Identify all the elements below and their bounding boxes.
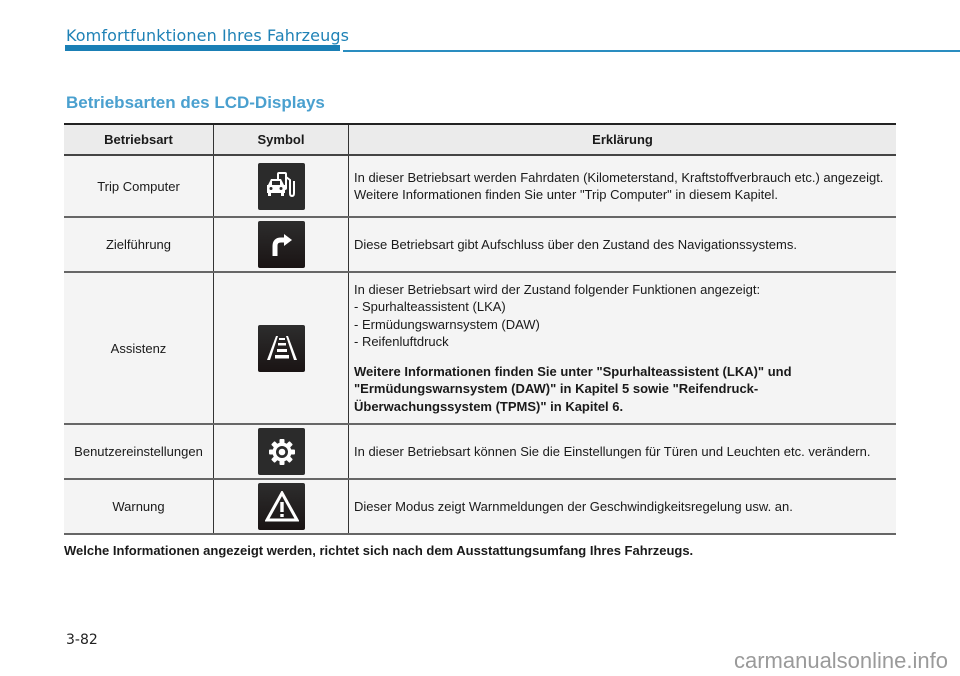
column-header-explanation: Erklärung	[348, 123, 896, 156]
description-line: In dieser Betriebsart wird der Zustand f…	[354, 281, 761, 297]
table-row: Warnung Dieser Modus zeigt Warnmeldungen…	[64, 479, 896, 535]
chapter-title: Komfortfunktionen Ihres Fahrzeugs	[66, 26, 350, 45]
table-row: Trip Computer In dieser Betriebsart werd…	[64, 155, 896, 218]
section-title: Betriebsarten des LCD-Displays	[66, 93, 325, 112]
mode-description: In dieser Betriebsart wird der Zustand f…	[348, 272, 896, 425]
symbol-cell	[213, 424, 349, 480]
page-number: 3-82	[66, 632, 98, 648]
mode-name: Warnung	[64, 479, 214, 535]
description-line: Weitere Informationen finden Sie unter "…	[354, 187, 778, 202]
column-header-mode: Betriebsart	[64, 123, 214, 156]
header-accent-bar	[65, 45, 340, 51]
description-line: Dieser Modus zeigt Warnmeldungen der Ges…	[354, 498, 793, 514]
symbol-cell	[213, 272, 349, 425]
modes-table: Betriebsart Symbol Erklärung Trip Comput…	[64, 123, 896, 535]
lane-assist-icon	[258, 324, 305, 372]
mode-name: Zielführung	[64, 217, 214, 273]
table-row: Assistenz In dieser Betriebsart wird der…	[64, 272, 896, 425]
table-row: Zielführung Diese Betriebsart gibt Aufsc…	[64, 217, 896, 273]
description-reference: Weitere Informationen finden Sie unter "…	[354, 363, 792, 414]
mode-description: In dieser Betriebsart werden Fahrdaten (…	[348, 155, 896, 218]
watermark: carmanualsonline.info	[733, 648, 948, 673]
warning-triangle-icon	[258, 483, 305, 530]
description-line: - Ermüdungswarnsystem (DAW)	[354, 316, 540, 332]
footnote: Welche Informationen angezeigt werden, r…	[64, 543, 694, 558]
car-fuel-pump-icon	[258, 162, 305, 210]
mode-name: Benutzereinstellungen	[64, 424, 214, 480]
mode-name: Trip Computer	[64, 155, 214, 218]
description-line: Diese Betriebsart gibt Aufschluss über d…	[354, 236, 797, 252]
turn-right-arrow-icon	[258, 221, 305, 268]
symbol-cell	[213, 479, 349, 535]
symbol-cell	[213, 217, 349, 273]
mode-name: Assistenz	[64, 272, 214, 425]
header-rule	[343, 50, 960, 52]
mode-description: In dieser Betriebsart können Sie die Ein…	[348, 424, 896, 480]
table-header-row: Betriebsart Symbol Erklärung	[64, 123, 896, 156]
description-line: In dieser Betriebsart werden Fahrdaten (…	[354, 169, 884, 185]
table-row: Benutzereinstellungen In dieser Betriebs…	[64, 424, 896, 480]
mode-description: Diese Betriebsart gibt Aufschluss über d…	[348, 217, 896, 273]
column-header-symbol: Symbol	[213, 123, 349, 156]
gear-icon	[258, 428, 305, 475]
description-line: - Reifenluftdruck	[354, 334, 449, 350]
description-line: - Spurhalteassistent (LKA)	[354, 299, 506, 315]
symbol-cell	[213, 155, 349, 218]
description-line: In dieser Betriebsart können Sie die Ein…	[354, 443, 871, 459]
mode-description: Dieser Modus zeigt Warnmeldungen der Ges…	[348, 479, 896, 535]
